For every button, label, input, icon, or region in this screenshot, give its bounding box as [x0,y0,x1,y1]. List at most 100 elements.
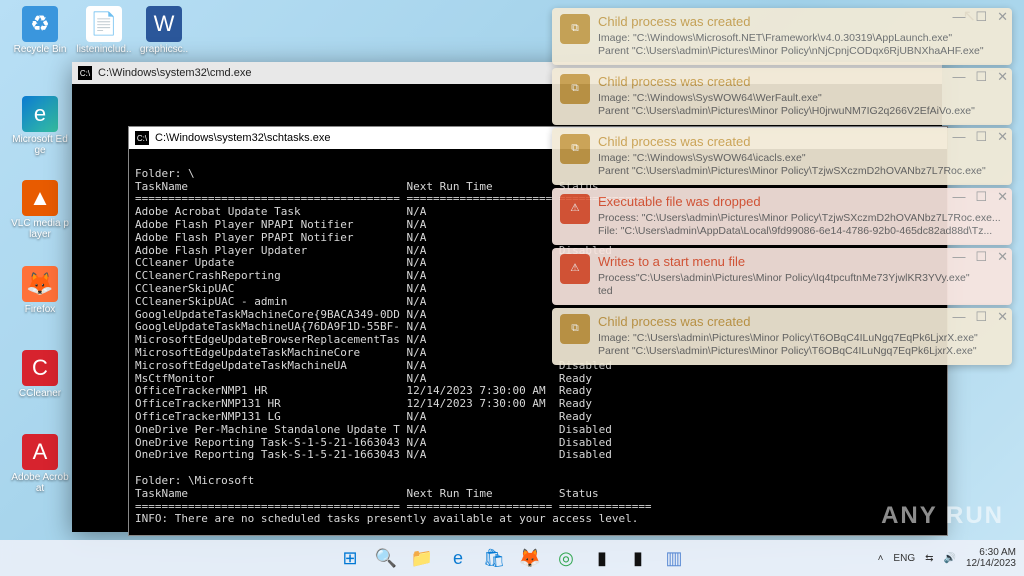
icon-label: Microsoft Edge [10,134,70,156]
toast-text: Writes to a start menu file Process"C:\U… [598,254,1004,299]
taskbar-center: ⊞🔍📁e🛍🦊◎▮▮▥ [335,543,689,573]
toast-text: Child process was created Image: "C:\Win… [598,14,1004,59]
file-listeninclud-icon: 📄 [86,6,122,42]
schtasks-title: C:\Windows\system32\schtasks.exe [155,132,330,144]
toast-line2: Parent "C:\Users\admin\Pictures\Minor Po… [598,165,1004,178]
edge-shortcut-icon: e [22,96,58,132]
maximize-icon[interactable]: ☐ [975,129,987,145]
minimize-icon[interactable]: — [952,309,965,325]
toast-line2: Parent "C:\Users\admin\Pictures\Minor Po… [598,105,1004,118]
tray-clock[interactable]: 6:30 AM 12/14/2023 [966,547,1016,569]
file-graphicsc[interactable]: W graphicsc.. [134,6,194,55]
taskbar-firefox[interactable]: 🦊 [515,543,545,573]
taskbar-file-explorer[interactable]: 📁 [407,543,437,573]
terminal-icon: C:\ [135,131,149,145]
toast-type-icon: ⚠ [560,194,590,224]
toast-4[interactable]: — ☐ ✕ ⚠ Writes to a start menu file Proces… [552,248,1012,305]
cmd-title: C:\Windows\system32\cmd.exe [98,67,251,79]
toast-type-icon: ⧉ [560,14,590,44]
tray-date: 12/14/2023 [966,558,1016,569]
toast-line2: Parent "C:\Users\admin\Pictures\Minor Po… [598,45,1004,58]
toast-title: Executable file was dropped [598,194,1004,210]
icon-label: CCleaner [19,388,61,399]
toast-text: Executable file was dropped Process: "C:… [598,194,1004,239]
taskbar-schtasks[interactable]: ▮ [623,543,653,573]
toast-window-controls[interactable]: — ☐ ✕ [952,189,1008,205]
file-graphicsc-icon: W [146,6,182,42]
toast-title: Child process was created [598,314,1004,330]
taskbar-search[interactable]: 🔍 [371,543,401,573]
toast-type-icon: ⧉ [560,74,590,104]
toast-title: Child process was created [598,74,1004,90]
firefox-shortcut[interactable]: 🦊 Firefox [10,266,70,315]
toast-window-controls[interactable]: — ☐ ✕ [952,309,1008,325]
system-tray[interactable]: ˄ ENG ⇆ 🔊 6:30 AM 12/14/2023 [878,547,1016,569]
close-icon[interactable]: ✕ [997,249,1008,265]
toast-line1: Image: "C:\Windows\SysWOW64\icacls.exe" [598,152,1004,165]
taskbar[interactable]: ⊞🔍📁e🛍🦊◎▮▮▥ ˄ ENG ⇆ 🔊 6:30 AM 12/14/2023 [0,540,1024,576]
toast-line1: Image: "C:\Users\admin\Pictures\Minor Po… [598,332,1004,345]
toast-2[interactable]: —☐✕ ⧉ Child process was created Image: "… [552,128,1012,185]
toast-line1: Process: "C:\Users\admin\Pictures\Minor … [598,212,1004,225]
taskbar-edge[interactable]: e [443,543,473,573]
toast-1[interactable]: — ☐ ✕ ⧉ Child process was created Image: "… [552,68,1012,125]
icon-label: VLC media player [10,218,70,240]
minimize-icon[interactable]: — [952,69,965,85]
minimize-icon[interactable]: — [952,249,965,265]
toast-text: Child process was created Image: "C:\Use… [598,314,1004,359]
toast-window-controls[interactable]: — ☐ ✕ [952,249,1008,265]
file-listeninclud[interactable]: 📄 listeninclud.. [74,6,134,55]
taskbar-start[interactable]: ⊞ [335,543,365,573]
minimize-icon[interactable]: — [952,9,965,25]
tray-lang[interactable]: ENG [893,553,915,564]
close-icon[interactable]: ✕ [997,69,1008,85]
acrobat-shortcut[interactable]: A Adobe Acrobat [10,434,70,494]
taskbar-store[interactable]: 🛍 [479,543,509,573]
toast-line2: File: "C:\Users\admin\AppData\Local\9fd9… [598,225,1004,238]
recycle-bin-icon: ♻ [22,6,58,42]
toast-type-icon: ⧉ [560,314,590,344]
maximize-icon[interactable]: ☐ [975,69,987,85]
firefox-shortcut-icon: 🦊 [22,266,58,302]
close-icon[interactable]: ✕ [997,129,1008,145]
recycle-bin[interactable]: ♻ Recycle Bin [10,6,70,55]
toast-title: Writes to a start menu file [598,254,1004,270]
edge-shortcut[interactable]: e Microsoft Edge [10,96,70,156]
icon-label: Adobe Acrobat [10,472,70,494]
taskbar-procmon[interactable]: ▥ [659,543,689,573]
close-icon[interactable]: ✕ [997,189,1008,205]
watermark: ANY RUN [881,502,1004,530]
tray-volume-icon[interactable]: 🔊 [943,553,955,564]
toast-line1: Process"C:\Users\admin\Pictures\Minor Po… [598,272,1004,285]
maximize-icon[interactable]: ☐ [975,189,987,205]
maximize-icon[interactable]: ☐ [975,9,987,25]
toast-window-controls[interactable]: — ☐ ✕ [952,69,1008,85]
maximize-icon[interactable]: ☐ [975,309,987,325]
ccleaner-shortcut[interactable]: C CCleaner [10,350,70,399]
icon-label: listeninclud.. [76,44,131,55]
toast-0[interactable]: — ☐ ✕ ⧉ Child process was created Image: "… [552,8,1012,65]
toast-3[interactable]: — ☐ ✕ ⚠ Executable file was dropped Proces… [552,188,1012,245]
toast-line2: Parent "C:\Users\admin\Pictures\Minor Po… [598,345,1004,358]
close-icon[interactable]: ✕ [997,9,1008,25]
minimize-icon[interactable]: — [952,189,965,205]
icon-label: graphicsc.. [140,44,188,55]
taskbar-chrome[interactable]: ◎ [551,543,581,573]
toast-type-icon: ⚠ [560,254,590,284]
toast-line2: ted [598,285,1004,298]
tray-wifi-icon[interactable]: ⇆ [925,553,933,564]
close-icon[interactable]: ✕ [997,309,1008,325]
tray-chevron-icon[interactable]: ˄ [878,553,884,564]
taskbar-cmd[interactable]: ▮ [587,543,617,573]
toast-type-icon: ⧉ [560,134,590,164]
vlc-shortcut[interactable]: ▲ VLC media player [10,180,70,240]
toast-text: Child process was created Image: "C:\Win… [598,74,1004,119]
maximize-icon[interactable]: ☐ [975,249,987,265]
cmd-icon: C:\ [78,66,92,80]
minimize-icon[interactable]: — [952,129,965,145]
toast-window-controls[interactable]: — ☐ ✕ [952,129,1008,145]
acrobat-shortcut-icon: A [22,434,58,470]
toast-line1: Image: "C:\Windows\Microsoft.NET\Framewo… [598,32,1004,45]
toast-5[interactable]: — ☐ ✕ ⧉ Child process was created Image: "… [552,308,1012,365]
toast-window-controls[interactable]: — ☐ ✕ [952,9,1008,25]
